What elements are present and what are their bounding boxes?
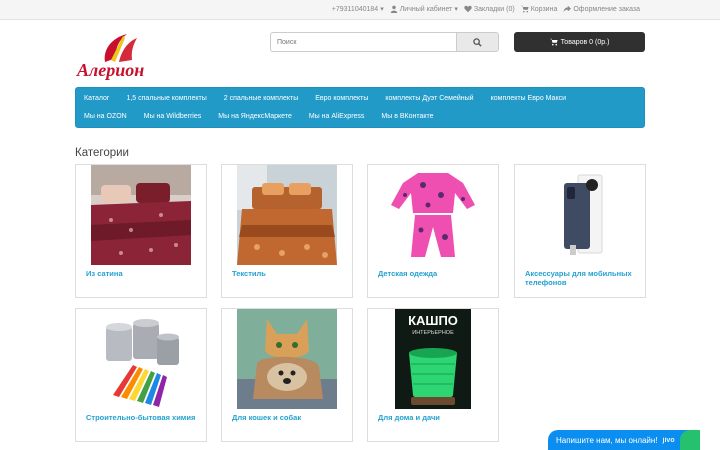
planter-title: КАШПО <box>408 313 458 328</box>
category-name[interactable]: Строительно-бытовая химия <box>86 413 201 423</box>
category-card[interactable]: Текстиль <box>221 164 353 298</box>
top-links: +79311040184 ▾ Личный кабинет ▾ Закладки… <box>332 5 640 13</box>
share-icon <box>563 5 572 13</box>
category-card[interactable]: Детская одежда <box>367 164 499 298</box>
category-name[interactable]: Для дома и дачи <box>378 413 493 423</box>
chat-message: Напишите нам, мы онлайн! <box>556 435 658 445</box>
menu-item-wildberries[interactable]: Мы на Wildberries <box>144 108 202 126</box>
bedding-photo[interactable] <box>237 165 337 265</box>
cart-icon <box>520 5 529 13</box>
page-title: Категории <box>75 147 129 159</box>
logo[interactable]: Алерион <box>75 32 163 80</box>
menu-item-catalog[interactable]: Каталог <box>84 90 109 108</box>
cart-label: Корзина <box>530 5 558 13</box>
caret-down-icon: ▾ <box>454 6 458 13</box>
category-name[interactable]: Аксессуары для мобильных телефонов <box>525 269 640 287</box>
category-card[interactable]: Строительно-бытовая химия <box>75 308 207 442</box>
cat-dog-photo[interactable] <box>237 309 337 409</box>
logo-emblem: Алерион <box>76 34 144 80</box>
checkout-link[interactable]: Оформление заказа <box>563 5 640 13</box>
category-name[interactable]: Детская одежда <box>378 269 493 279</box>
menu-item-aliexpress[interactable]: Мы на AliExpress <box>309 108 365 126</box>
bookmarks-link[interactable]: Закладки (0) <box>464 5 515 13</box>
account-label: Личный кабинет <box>399 5 453 13</box>
cart-link[interactable]: Корзина <box>520 5 558 13</box>
menu-item-duet-family[interactable]: комплекты Дуэт Семейный <box>385 90 473 108</box>
search-button[interactable] <box>456 32 499 52</box>
menu-item-vkontakte[interactable]: Мы в ВКонтакте <box>381 108 433 126</box>
cart-icon <box>549 38 558 46</box>
menu-item-euro-sets[interactable]: Евро комплекты <box>315 90 368 108</box>
menu-item-2-sets[interactable]: 2 спальные комплекты <box>224 90 298 108</box>
cart-total: Товаров 0 (0р.) <box>560 38 610 46</box>
bookmarks-label: Закладки (0) <box>473 5 515 13</box>
planter-photo[interactable]: КАШПО ИНТЕРЬЕРНОЕ <box>383 309 483 409</box>
logo-text: Алерион <box>76 60 144 80</box>
category-name[interactable]: Из сатина <box>86 269 201 279</box>
checkout-label: Оформление заказа <box>573 5 640 13</box>
category-card[interactable]: Для кошек и собак <box>221 308 353 442</box>
menu-item-euro-maxi[interactable]: комплекты Евро Макси <box>491 90 566 108</box>
caret-down-icon: ▾ <box>380 6 384 13</box>
phone-number: +79311040184 <box>331 5 379 13</box>
menu-item-ozon[interactable]: Мы на OZON <box>84 108 127 126</box>
phone-case-photo[interactable] <box>530 165 630 265</box>
paint-cans-photo[interactable] <box>91 309 191 409</box>
pajamas-photo[interactable] <box>383 165 483 265</box>
category-name[interactable]: Текстиль <box>232 269 347 279</box>
cart-button[interactable]: Товаров 0 (0р.) <box>514 32 645 52</box>
search-icon <box>473 37 482 47</box>
category-name[interactable]: Для кошек и собак <box>232 413 347 423</box>
menu-item-yandex-market[interactable]: Мы на ЯндексМаркете <box>218 108 292 126</box>
bedding-photo[interactable] <box>91 165 191 265</box>
category-card[interactable]: Аксессуары для мобильных телефонов <box>514 164 646 298</box>
category-card[interactable]: КАШПО ИНТЕРЬЕРНОЕ Для дома и дачи <box>367 308 499 442</box>
search-box <box>270 32 499 52</box>
planter-subtitle: ИНТЕРЬЕРНОЕ <box>412 330 454 336</box>
chat-widget[interactable]: Напишите нам, мы онлайн! jivo <box>548 430 700 450</box>
chat-launcher-icon[interactable] <box>680 430 700 450</box>
phone-link[interactable]: +79311040184 ▾ <box>331 5 384 14</box>
main-menu: Каталог 1,5 спальные комплекты 2 спальны… <box>75 87 645 128</box>
user-icon <box>390 5 397 13</box>
top-bar: +79311040184 ▾ Личный кабинет ▾ Закладки… <box>0 0 720 20</box>
search-input[interactable] <box>270 32 456 52</box>
chat-brand: jivo <box>662 436 675 444</box>
category-card[interactable]: Из сатина <box>75 164 207 298</box>
menu-item-1-5-sets[interactable]: 1,5 спальные комплекты <box>126 90 206 108</box>
heart-icon <box>464 5 472 13</box>
account-link[interactable]: Личный кабинет ▾ <box>390 5 458 13</box>
